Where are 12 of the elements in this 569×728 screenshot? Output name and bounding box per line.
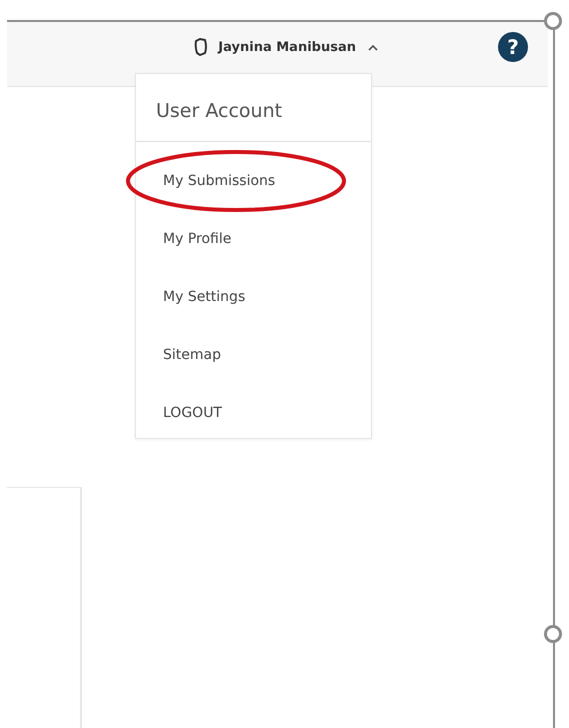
user-icon bbox=[194, 38, 208, 56]
resize-handle[interactable] bbox=[544, 12, 562, 30]
menu-item[interactable]: My Settings bbox=[136, 268, 371, 326]
menu-item[interactable]: My Profile bbox=[136, 210, 371, 268]
user-menu-button[interactable]: Jaynina Manibusan bbox=[194, 38, 378, 56]
resize-handle[interactable] bbox=[544, 625, 562, 643]
menu-item[interactable]: Sitemap bbox=[136, 326, 371, 384]
menu-title: User Account bbox=[136, 74, 371, 142]
menu-item[interactable]: LOGOUT bbox=[136, 384, 371, 442]
help-button[interactable]: ? bbox=[498, 32, 528, 62]
caret-icon bbox=[368, 44, 378, 50]
menu-item[interactable]: My Submissions bbox=[136, 152, 371, 210]
